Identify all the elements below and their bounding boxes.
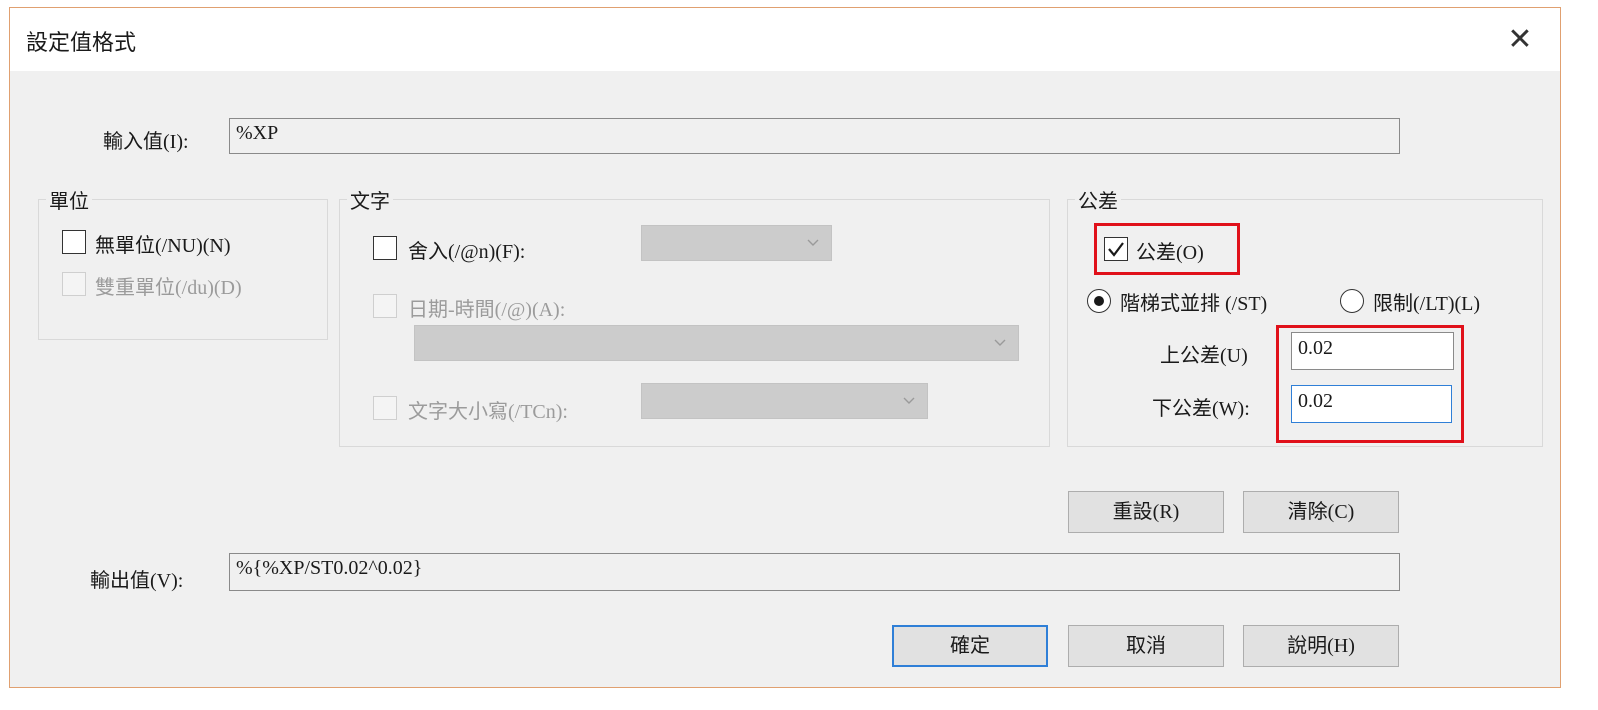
no-unit-label: 無單位(/NU)(N) xyxy=(95,235,231,257)
title-bar: 設定值格式 ✕ xyxy=(10,8,1560,71)
text-case-dropdown xyxy=(641,383,928,419)
checkmark-icon xyxy=(1108,242,1124,257)
round-dropdown xyxy=(641,225,832,261)
no-unit-checkbox[interactable] xyxy=(62,230,86,254)
limit-label: 限制(/LT)(L) xyxy=(1373,293,1481,315)
help-button[interactable]: 說明(H) xyxy=(1243,625,1399,667)
close-icon[interactable]: ✕ xyxy=(1498,18,1542,62)
text-case-checkbox xyxy=(373,396,397,420)
tolerance-label: 公差(O) xyxy=(1136,242,1204,264)
tolerance-group-title: 公差 xyxy=(1075,185,1121,214)
stacked-radio[interactable] xyxy=(1087,289,1111,313)
format-value-dialog: 設定值格式 ✕ 輸入值(I): %XP 單位 無單位(/NU)(N) 雙重單位(… xyxy=(9,7,1561,688)
lower-tolerance-label: 下公差(W): xyxy=(1152,398,1250,420)
dual-unit-label: 雙重單位(/du)(D) xyxy=(95,277,242,299)
upper-tolerance-input[interactable]: 0.02 xyxy=(1291,332,1454,370)
lower-tolerance-input[interactable]: 0.02 xyxy=(1291,385,1452,423)
round-checkbox[interactable] xyxy=(373,236,397,260)
datetime-dropdown xyxy=(414,325,1019,361)
tolerance-checkbox[interactable] xyxy=(1104,237,1128,261)
datetime-label: 日期-時間(/@)(A): xyxy=(408,299,566,321)
dual-unit-checkbox xyxy=(62,272,86,296)
cancel-button[interactable]: 取消 xyxy=(1068,625,1224,667)
chevron-down-icon xyxy=(807,239,819,246)
radio-selected-dot xyxy=(1094,296,1104,306)
stacked-label: 階梯式並排 (/ST) xyxy=(1120,293,1268,315)
ok-button[interactable]: 確定 xyxy=(892,625,1048,667)
upper-tolerance-label: 上公差(U) xyxy=(1160,345,1248,367)
units-group-title: 單位 xyxy=(46,185,92,214)
text-group-title: 文字 xyxy=(347,185,393,214)
text-case-label: 文字大小寫(/TCn): xyxy=(408,401,568,423)
limit-radio[interactable] xyxy=(1340,289,1364,313)
reset-button[interactable]: 重設(R) xyxy=(1068,491,1224,533)
output-value-field: %{%XP/ST0.02^0.02} xyxy=(229,553,1400,591)
input-value-field[interactable]: %XP xyxy=(229,118,1400,154)
input-value-label: 輸入值(I): xyxy=(103,131,189,153)
clear-button[interactable]: 清除(C) xyxy=(1243,491,1399,533)
units-group xyxy=(38,199,328,340)
chevron-down-icon xyxy=(994,339,1006,346)
round-label: 舍入(/@n)(F): xyxy=(408,241,526,263)
datetime-checkbox xyxy=(373,294,397,318)
output-value-label: 輸出值(V): xyxy=(90,570,184,592)
chevron-down-icon xyxy=(903,397,915,404)
dialog-title: 設定值格式 xyxy=(26,31,137,56)
